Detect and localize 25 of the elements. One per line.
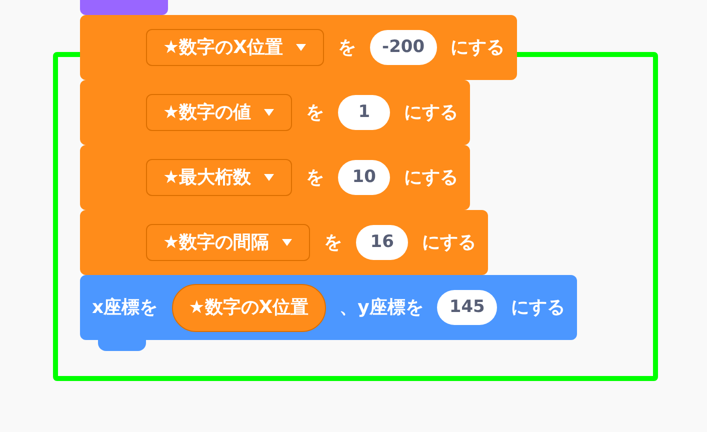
variable-block[interactable]: ★数字の間隔 を 16 にする (80, 210, 488, 275)
block-label: を (338, 36, 356, 60)
number-input[interactable]: 10 (338, 160, 390, 195)
block-label: にする (422, 231, 476, 255)
block-label: にする (510, 296, 565, 320)
number-input[interactable]: 16 (356, 225, 408, 260)
block-label: にする (450, 36, 505, 60)
block-label: を (306, 101, 324, 125)
number-input[interactable]: -200 (370, 30, 437, 65)
block-label: にする (404, 101, 458, 125)
variable-block[interactable]: ★最大桁数 を 10 にする (80, 145, 470, 210)
block-label: を (306, 166, 324, 190)
caret-icon (281, 238, 294, 247)
caret-icon (295, 43, 308, 52)
block-label: 、y座標を (340, 296, 424, 320)
variable-block[interactable]: ★数字のX位置 を -200 にする (80, 15, 517, 80)
block-label: x座標を (92, 296, 158, 320)
variable-block[interactable]: ★数字の値 を 1 にする (80, 80, 470, 145)
number-input[interactable]: 1 (338, 95, 390, 130)
number-input[interactable]: 145 (437, 290, 497, 325)
caret-icon (263, 108, 276, 117)
block-label: にする (404, 166, 458, 190)
caret-icon (263, 173, 276, 182)
motion-block[interactable]: x座標を ★数字のX位置 、y座標を 145 にする (80, 275, 577, 340)
block-label: を (324, 231, 342, 255)
